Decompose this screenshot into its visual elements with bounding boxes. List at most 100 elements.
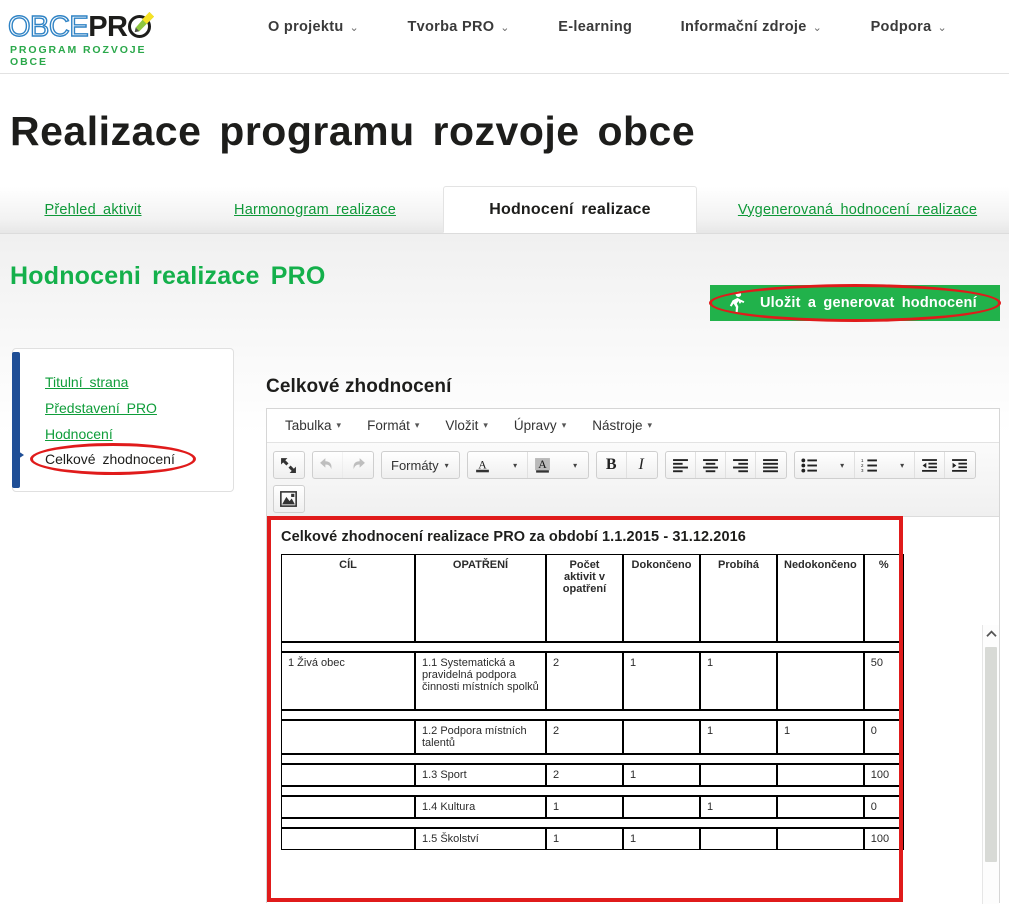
- editor-toolbar: Formáty ▾ A ▾ A ▾ B I ▾ 1 2 3 ▾: [267, 443, 999, 517]
- document-heading: Celkové zhodnocení realizace PRO za obdo…: [281, 529, 746, 545]
- nav-item-4[interactable]: Podpora ⌄: [871, 19, 947, 35]
- caret-down-icon: ▾: [900, 460, 905, 470]
- menu-tabulka-label: Tabulka: [285, 418, 332, 433]
- background-color-button[interactable]: A: [528, 452, 558, 478]
- tab-hodnoceni-realizace[interactable]: Hodnocení realizace: [443, 186, 697, 233]
- cell-opatreni-4[interactable]: 1.5 Školství: [415, 828, 546, 850]
- align-justify-button[interactable]: [756, 452, 786, 478]
- toolbar-group-colors: A ▾ A ▾: [466, 451, 589, 479]
- numbered-list-button[interactable]: 1 2 3: [855, 452, 885, 478]
- tab-prehled-aktivit[interactable]: Přehled aktivit: [18, 186, 168, 233]
- cell-probiha-1[interactable]: 1: [700, 720, 777, 754]
- chevron-down-icon: ⌄: [812, 22, 823, 34]
- scroll-thumb[interactable]: [985, 647, 997, 862]
- save-and-generate-button[interactable]: Uložit a generovat hodnocení: [710, 285, 1000, 321]
- align-center-icon: [702, 458, 718, 472]
- cell-pocet-0[interactable]: 2: [546, 652, 623, 710]
- editor-content-area[interactable]: Celkové zhodnocení realizace PRO za obdo…: [267, 517, 999, 904]
- menu-upravy[interactable]: Úpravy ▾: [506, 414, 574, 437]
- sidebar-rail: [12, 352, 20, 488]
- bullet-list-dropdown[interactable]: ▾: [825, 452, 855, 478]
- italic-button[interactable]: I: [627, 452, 657, 478]
- align-right-icon: [732, 458, 748, 472]
- cell-pocet-4[interactable]: 1: [546, 828, 623, 850]
- save-and-generate-label: Uložit a generovat hodnocení: [760, 295, 977, 311]
- toolbar-group-textstyle: B I: [595, 451, 658, 479]
- cell-nedokonceno-3[interactable]: [777, 796, 864, 818]
- cell-opatreni-1[interactable]: 1.2 Podpora místních talentů: [415, 720, 546, 754]
- sidebar-item-celkove-zhodnoceni[interactable]: Celkové zhodnocení: [45, 451, 175, 467]
- indent-button[interactable]: [945, 452, 975, 478]
- row-spacer: [281, 754, 904, 764]
- tab-harmonogram-realizace[interactable]: Harmonogram realizace: [215, 186, 415, 233]
- nav-item-0[interactable]: O projektu ⌄: [268, 19, 359, 35]
- menu-nastroje[interactable]: Nástroje ▾: [584, 414, 660, 437]
- cell-pocet-2[interactable]: 2: [546, 764, 623, 786]
- cell-pocet-1[interactable]: 2: [546, 720, 623, 754]
- menu-vlozit-label: Vložit: [445, 418, 479, 433]
- cell-cil-0[interactable]: 1 Živá obec: [281, 652, 415, 710]
- cell-procento-1[interactable]: 0: [863, 720, 904, 754]
- editor-vertical-scrollbar[interactable]: [982, 625, 999, 904]
- cell-probiha-3[interactable]: 1: [700, 796, 777, 818]
- insert-image-button[interactable]: [274, 486, 304, 512]
- toolbar-group-history: [312, 451, 374, 479]
- cell-dokonceno-3[interactable]: [623, 796, 700, 818]
- caret-down-icon: ▾: [647, 420, 653, 430]
- nav-item-3[interactable]: Informační zdroje ⌄: [681, 19, 822, 35]
- cell-nedokonceno-4[interactable]: [777, 828, 864, 850]
- cell-opatreni-3[interactable]: 1.4 Kultura: [415, 796, 546, 818]
- cell-procento-2[interactable]: 100: [863, 764, 904, 786]
- nav-item-1[interactable]: Tvorba PRO ⌄: [408, 19, 510, 35]
- cell-nedokonceno-1[interactable]: 1: [777, 720, 864, 754]
- cell-probiha-2[interactable]: [700, 764, 777, 786]
- menu-tabulka[interactable]: Tabulka ▾: [277, 414, 349, 437]
- site-logo[interactable]: OBCE PR PROGRAM ROZVOJE OBCE: [7, 10, 188, 68]
- sidebar-item-titulni-strana[interactable]: Titulní strana: [45, 374, 128, 390]
- cell-procento-0[interactable]: 50: [863, 652, 904, 710]
- align-center-button[interactable]: [696, 452, 726, 478]
- cell-dokonceno-1[interactable]: [623, 720, 700, 754]
- table-row: 1.5 Školství 1 1 100: [281, 828, 904, 850]
- row-spacer: [281, 818, 904, 828]
- cell-pocet-3[interactable]: 1: [546, 796, 623, 818]
- cell-opatreni-2[interactable]: 1.3 Sport: [415, 764, 546, 786]
- tab-vygenerovana-hodnoceni[interactable]: Vygenerovaná hodnocení realizace: [720, 186, 995, 233]
- numbered-list-icon: 1 2 3: [861, 458, 877, 473]
- cell-nedokonceno-0[interactable]: [777, 652, 864, 710]
- background-color-dropdown[interactable]: ▾: [558, 452, 588, 478]
- sidebar-item-hodnoceni[interactable]: Hodnocení: [45, 426, 113, 442]
- numbered-list-dropdown[interactable]: ▾: [885, 452, 915, 478]
- align-right-button[interactable]: [726, 452, 756, 478]
- cell-opatreni-0[interactable]: 1.1 Systematická a pravidelná podpora či…: [415, 652, 546, 710]
- redo-button[interactable]: [343, 452, 373, 478]
- text-color-dropdown[interactable]: ▾: [498, 452, 528, 478]
- cell-dokonceno-2[interactable]: 1: [623, 764, 700, 786]
- cell-cil-1: [281, 720, 415, 754]
- bold-button[interactable]: B: [597, 452, 627, 478]
- cell-nedokonceno-2[interactable]: [777, 764, 864, 786]
- text-color-button[interactable]: A: [468, 452, 498, 478]
- cell-procento-3[interactable]: 0: [863, 796, 904, 818]
- undo-button[interactable]: [313, 452, 343, 478]
- svg-text:A: A: [478, 458, 487, 471]
- cell-procento-4[interactable]: 100: [863, 828, 904, 850]
- cell-probiha-0[interactable]: 1: [700, 652, 777, 710]
- menu-format[interactable]: Formát ▾: [359, 414, 427, 437]
- toolbar-group-formats: Formáty ▾: [381, 451, 460, 479]
- col-header-nedokonceno: Nedokončeno: [777, 554, 864, 642]
- outdent-button[interactable]: [915, 452, 945, 478]
- menu-vlozit[interactable]: Vložit ▾: [437, 414, 496, 437]
- cell-probiha-4[interactable]: [700, 828, 777, 850]
- align-left-button[interactable]: [666, 452, 696, 478]
- nav-label-1: Tvorba PRO: [407, 19, 495, 35]
- cell-dokonceno-4[interactable]: 1: [623, 828, 700, 850]
- sidebar-item-predstaveni-pro[interactable]: Představení PRO: [45, 400, 157, 416]
- fullscreen-button[interactable]: [274, 452, 304, 478]
- bullet-list-button[interactable]: [795, 452, 825, 478]
- nav-item-2[interactable]: E-learning: [558, 19, 632, 35]
- formats-dropdown[interactable]: Formáty ▾: [382, 452, 459, 478]
- scroll-up-button[interactable]: [983, 625, 999, 642]
- cell-dokonceno-0[interactable]: 1: [623, 652, 700, 710]
- table-row: 1.4 Kultura 1 1 0: [281, 796, 904, 818]
